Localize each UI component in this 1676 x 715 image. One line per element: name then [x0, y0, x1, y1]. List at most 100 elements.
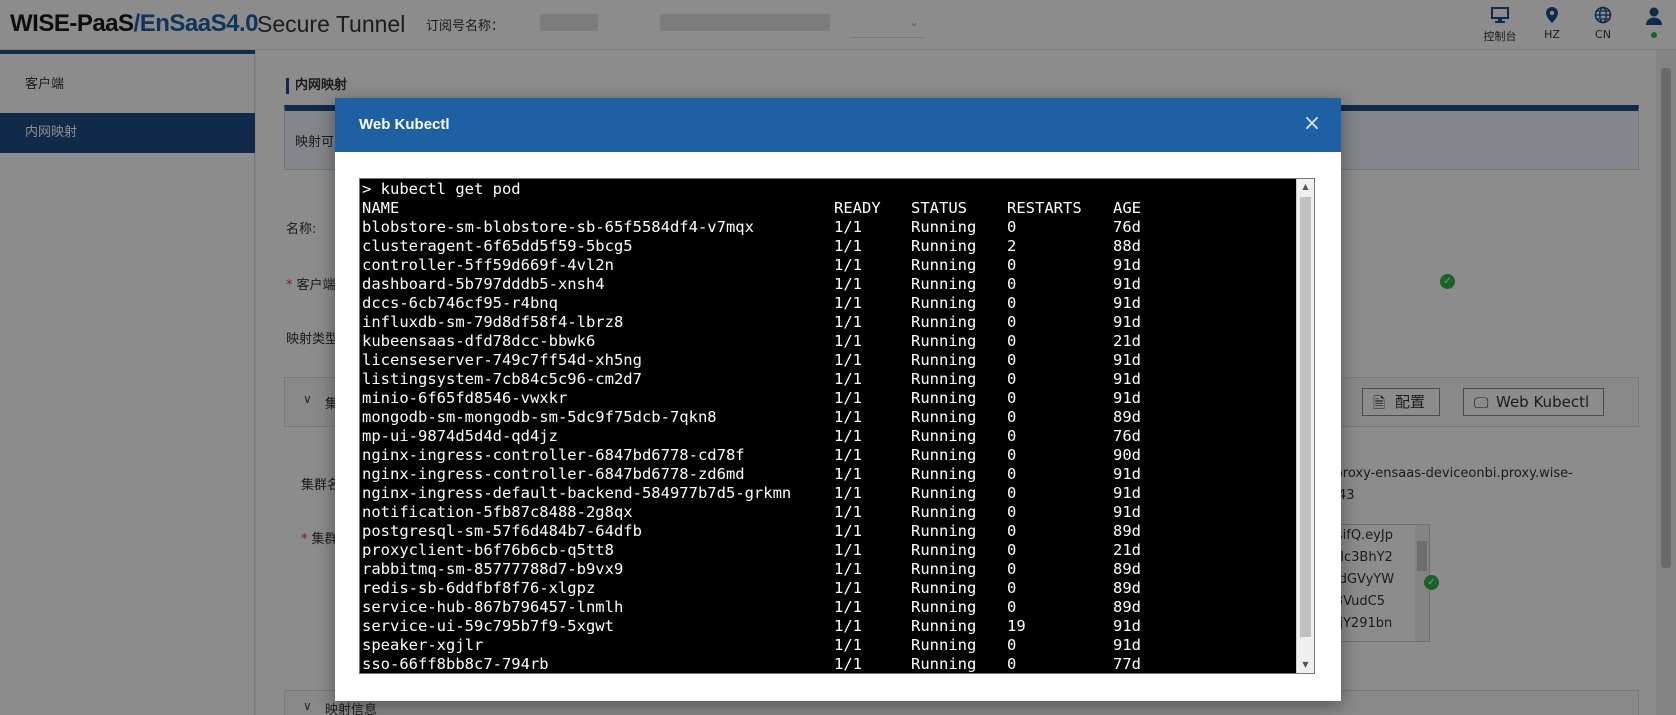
pod-ready: 1/1 [834, 237, 862, 255]
pod-status: Running [911, 351, 977, 369]
pod-restarts: 0 [1007, 636, 1017, 654]
pod-row: nginx-ingress-controller-6847bd6778-cd78… [362, 446, 1292, 465]
scroll-down-arrow-icon[interactable]: ▼ [1297, 657, 1314, 673]
pod-age: 91d [1113, 294, 1141, 312]
pod-restarts: 0 [1007, 370, 1017, 388]
pod-ready: 1/1 [834, 389, 862, 407]
pod-name: clusteragent-6f65dd5f59-5bcg5 [362, 237, 633, 255]
pod-row: blobstore-sm-blobstore-sb-65f5584df4-v7m… [362, 218, 1292, 237]
pod-row: kubeensaas-dfd78dcc-bbwk6 1/1 Running 0 21d [362, 332, 1292, 351]
pod-age: 91d [1113, 503, 1141, 521]
terminal-scrollbar[interactable]: ▲ ▼ [1296, 179, 1314, 673]
pod-restarts: 0 [1007, 655, 1017, 672]
pod-ready: 1/1 [834, 636, 862, 654]
pod-name: minio-6f65fd8546-vwxkr [362, 389, 568, 407]
pod-restarts: 0 [1007, 256, 1017, 274]
pod-ready: 1/1 [834, 617, 862, 635]
pod-name: redis-sb-6ddfbf8f76-xlgpz [362, 579, 596, 597]
pod-age: 76d [1113, 218, 1141, 236]
pod-age: 89d [1113, 560, 1141, 578]
header-name: NAME [362, 199, 400, 217]
pod-ready: 1/1 [834, 351, 862, 369]
pod-ready: 1/1 [834, 370, 862, 388]
pod-name: controller-5ff59d669f-4vl2n [362, 256, 614, 274]
pod-status: Running [911, 218, 977, 236]
kubectl-terminal[interactable]: > kubectl get pod NAME READY STATUS REST… [359, 178, 1315, 674]
pod-row: nginx-ingress-controller-6847bd6778-zd6m… [362, 465, 1292, 484]
pod-restarts: 0 [1007, 465, 1017, 483]
pod-restarts: 0 [1007, 598, 1017, 616]
pod-name: blobstore-sm-blobstore-sb-65f5584df4-v7m… [362, 218, 754, 236]
terminal-command-line: > kubectl get pod [362, 180, 521, 198]
pod-restarts: 2 [1007, 237, 1017, 255]
pod-restarts: 0 [1007, 275, 1017, 293]
pod-row: dccs-6cb746cf95-r4bnq 1/1 Running 0 91d [362, 294, 1292, 313]
pod-ready: 1/1 [834, 655, 862, 672]
pod-row: nginx-ingress-default-backend-584977b7d5… [362, 484, 1292, 503]
pod-ready: 1/1 [834, 541, 862, 559]
pod-row: service-hub-867b796457-lnmlh 1/1 Running 0 8… [362, 598, 1292, 617]
pod-status: Running [911, 503, 977, 521]
pod-age: 90d [1113, 446, 1141, 464]
pod-age: 91d [1113, 313, 1141, 331]
pod-status: Running [911, 332, 977, 350]
pod-ready: 1/1 [834, 294, 862, 312]
pod-age: 91d [1113, 370, 1141, 388]
pod-status: Running [911, 237, 977, 255]
pod-age: 91d [1113, 351, 1141, 369]
pod-name: nginx-ingress-controller-6847bd6778-cd78… [362, 446, 745, 464]
pod-age: 21d [1113, 541, 1141, 559]
pod-status: Running [911, 522, 977, 540]
pod-name: sso-66ff8bb8c7-794rb [362, 655, 549, 672]
terminal-output: > kubectl get pod NAME READY STATUS REST… [362, 180, 1292, 672]
pod-status: Running [911, 389, 977, 407]
pod-age: 91d [1113, 389, 1141, 407]
header-status: STATUS [911, 199, 967, 217]
pod-age: 89d [1113, 598, 1141, 616]
pod-row: controller-5ff59d669f-4vl2n 1/1 Running 0 91… [362, 256, 1292, 275]
pod-row: mongodb-sm-mongodb-sm-5dc9f75dcb-7qkn8 1/… [362, 408, 1292, 427]
pod-ready: 1/1 [834, 503, 862, 521]
pod-ready: 1/1 [834, 275, 862, 293]
pod-restarts: 0 [1007, 313, 1017, 331]
pod-name: notification-5fb87c8488-2g8qx [362, 503, 633, 521]
pod-restarts: 0 [1007, 446, 1017, 464]
pod-restarts: 0 [1007, 218, 1017, 236]
pod-status: Running [911, 579, 977, 597]
pod-row: service-ui-59c795b7f9-5xgwt 1/1 Running 19 9… [362, 617, 1292, 636]
terminal-header-row: NAME READY STATUS RESTARTS AGE [362, 199, 1292, 218]
header-age: AGE [1113, 199, 1141, 217]
pod-status: Running [911, 617, 977, 635]
pod-age: 88d [1113, 237, 1141, 255]
pod-status: Running [911, 636, 977, 654]
pod-status: Running [911, 275, 977, 293]
pod-status: Running [911, 427, 977, 445]
pod-status: Running [911, 465, 977, 483]
web-kubectl-dialog: Web Kubectl × > kubectl get pod NAME REA… [335, 98, 1341, 701]
pod-age: 91d [1113, 484, 1141, 502]
pod-row: mp-ui-9874d5d4d-qd4jz 1/1 Running 0 76d [362, 427, 1292, 446]
pod-ready: 1/1 [834, 465, 862, 483]
close-icon[interactable]: × [1299, 110, 1325, 138]
pod-status: Running [911, 484, 977, 502]
pod-row: postgresql-sm-57f6d484b7-64dfb 1/1 Running… [362, 522, 1292, 541]
pod-status: Running [911, 446, 977, 464]
pod-status: Running [911, 408, 977, 426]
pod-row: speaker-xgjlr 1/1 Running 0 91d [362, 636, 1292, 655]
pod-age: 89d [1113, 408, 1141, 426]
pod-row: licenseserver-749c7ff54d-xh5ng 1/1 Running… [362, 351, 1292, 370]
dialog-header: Web Kubectl × [335, 98, 1341, 152]
pod-restarts: 0 [1007, 522, 1017, 540]
pod-name: speaker-xgjlr [362, 636, 484, 654]
scroll-up-arrow-icon[interactable]: ▲ [1297, 179, 1314, 195]
pod-ready: 1/1 [834, 446, 862, 464]
pod-age: 91d [1113, 617, 1141, 635]
pod-restarts: 0 [1007, 427, 1017, 445]
pod-ready: 1/1 [834, 522, 862, 540]
terminal-scroll-thumb[interactable] [1300, 197, 1311, 637]
pod-status: Running [911, 370, 977, 388]
pod-age: 91d [1113, 275, 1141, 293]
pod-age: 21d [1113, 332, 1141, 350]
pod-name: nginx-ingress-default-backend-584977b7d5… [362, 484, 792, 502]
pod-row: minio-6f65fd8546-vwxkr 1/1 Running 0 91d [362, 389, 1292, 408]
